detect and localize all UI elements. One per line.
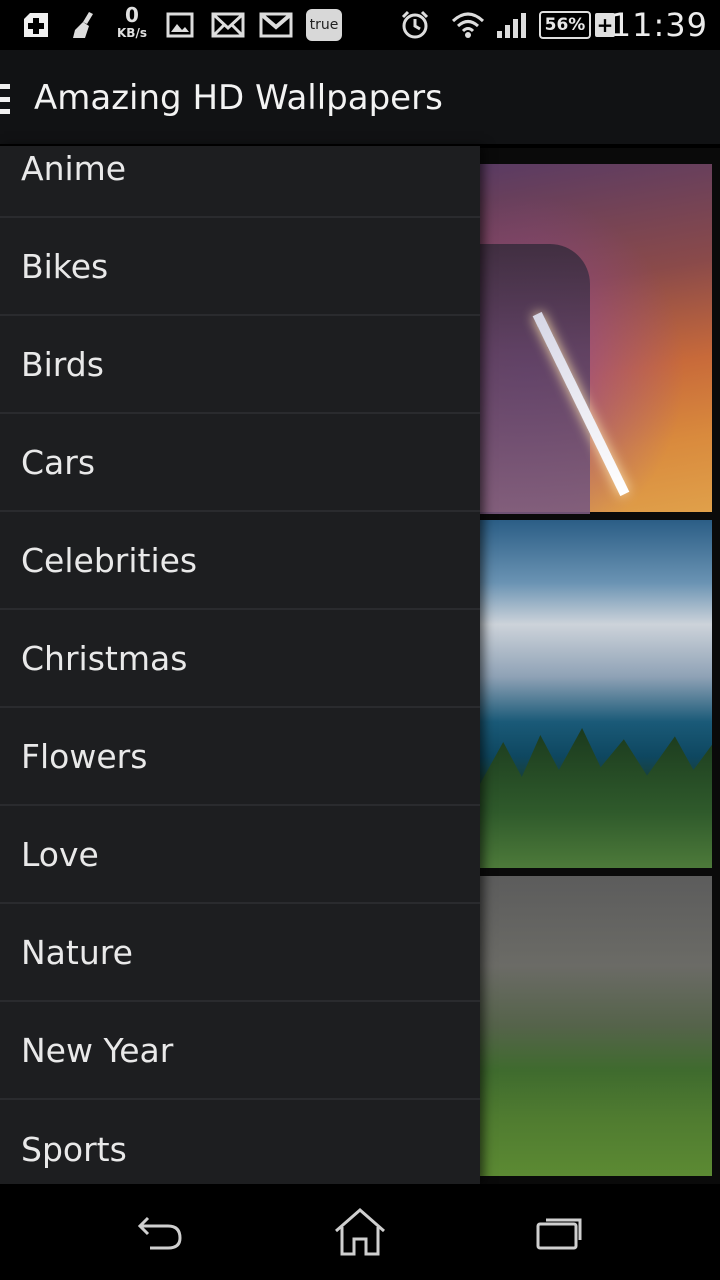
drawer-item-label: Christmas <box>21 638 188 678</box>
gmail-icon <box>258 8 294 42</box>
drawer-item-label: Nature <box>21 932 133 972</box>
anime-wallpaper-thumbnail[interactable] <box>480 164 712 514</box>
drawer-item-flowers[interactable]: Flowers <box>0 708 480 806</box>
drawer-item-love[interactable]: Love <box>0 806 480 904</box>
drawer-item-label: Celebrities <box>21 540 198 580</box>
net-speed-value: 0 <box>125 3 139 27</box>
drawer-item-label: Love <box>21 834 99 874</box>
image-icon <box>165 8 195 42</box>
drawer-item-sports[interactable]: Sports <box>0 1100 480 1184</box>
wallpaper-grid <box>480 148 720 1184</box>
mail-x-icon <box>210 8 246 42</box>
drawer-item-label: Bikes <box>21 246 109 286</box>
alarm-icon <box>398 8 432 42</box>
plus-app-icon <box>20 8 52 42</box>
status-bar: 0 KB/s true 56% + 11:39 <box>0 0 720 50</box>
signal-icon <box>494 8 530 42</box>
wifi-icon <box>450 8 486 42</box>
drawer-item-christmas[interactable]: Christmas <box>0 610 480 708</box>
green-field-wallpaper-thumbnail[interactable] <box>480 876 712 1176</box>
drawer-item-label: Anime <box>21 148 127 188</box>
drawer-item-label: Sports <box>21 1129 127 1169</box>
drawer-item-new-year[interactable]: New Year <box>0 1002 480 1100</box>
trees <box>480 728 712 868</box>
menu-icon[interactable] <box>0 84 10 114</box>
net-speed-unit: KB/s <box>117 26 147 40</box>
drawer-item-label: New Year <box>21 1030 174 1070</box>
app-bar: Amazing HD Wallpapers <box>0 50 720 146</box>
clock: 11:39 <box>610 6 708 44</box>
system-nav-bar <box>0 1184 720 1280</box>
drawer-item-anime[interactable]: Anime <box>0 146 480 218</box>
drawer-item-label: Cars <box>21 442 96 482</box>
drawer-item-nature[interactable]: Nature <box>0 904 480 1002</box>
drawer-item-label: Birds <box>21 344 104 384</box>
drawer-item-cars[interactable]: Cars <box>0 414 480 512</box>
home-icon[interactable] <box>330 1204 390 1260</box>
drawer-item-celebrities[interactable]: Celebrities <box>0 512 480 610</box>
lake-mountain-wallpaper-thumbnail[interactable] <box>480 520 712 868</box>
true-badge: true <box>306 9 342 41</box>
battery-icon: 56% <box>539 11 591 39</box>
net-speed: 0 KB/s <box>112 4 152 40</box>
back-icon[interactable] <box>130 1204 190 1260</box>
drawer-item-birds[interactable]: Birds <box>0 316 480 414</box>
drawer-item-label: Flowers <box>21 736 148 776</box>
drawer-item-bikes[interactable]: Bikes <box>0 218 480 316</box>
broom-icon <box>70 8 100 42</box>
recent-apps-icon[interactable] <box>530 1204 590 1260</box>
category-drawer: Anime Bikes Birds Cars Celebrities Chris… <box>0 146 480 1184</box>
app-title: Amazing HD Wallpapers <box>34 78 443 118</box>
